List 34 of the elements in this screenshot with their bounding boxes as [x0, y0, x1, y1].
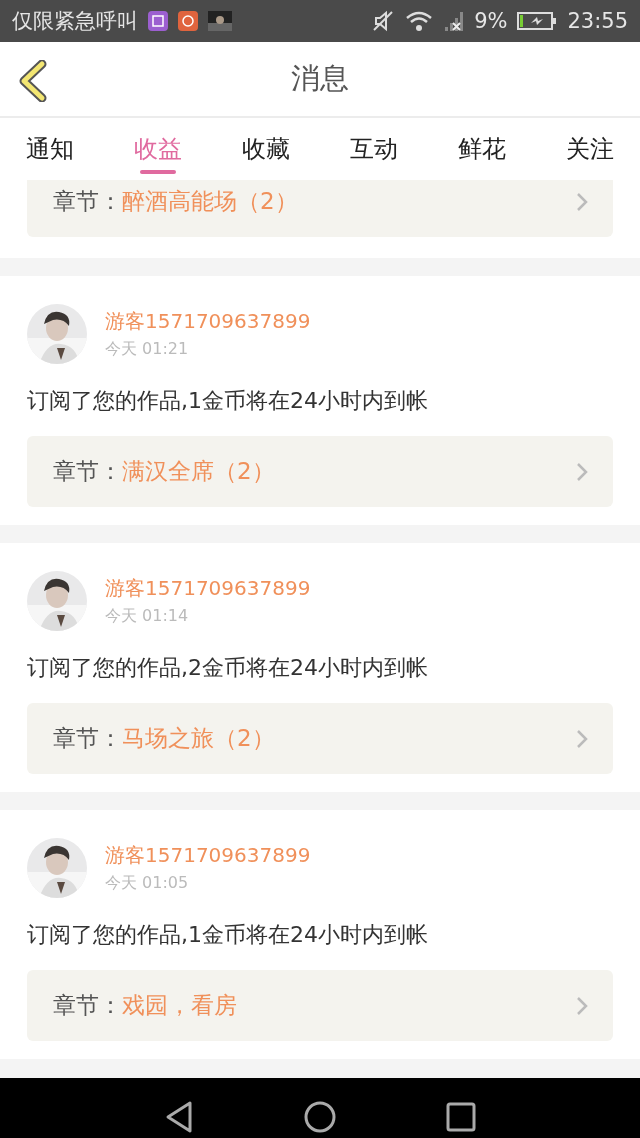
recents-icon[interactable] — [446, 1102, 476, 1132]
signal-icon — [444, 10, 465, 32]
chevron-icon — [575, 190, 589, 213]
timestamp: 今天 01:05 — [105, 873, 190, 894]
message-text: 订阅了您的作品,2金币将在24小时内到帐 — [27, 654, 429, 682]
chevron-icon — [575, 994, 589, 1017]
mute-icon — [372, 10, 395, 32]
gallery-icon — [148, 11, 168, 31]
chapter-link[interactable]: 章节：戏园，看房 — [27, 970, 613, 1041]
chevron-icon — [575, 727, 589, 750]
home-icon[interactable] — [304, 1101, 336, 1133]
tab[interactable]: 通知 — [24, 118, 76, 180]
message-text: 订阅了您的作品,1金币将在24小时内到帐 — [27, 387, 429, 415]
chapter-link[interactable]: 章节：醉酒高能场（2） — [27, 180, 613, 237]
clock: 23:55 — [567, 9, 628, 33]
carrier-text: 仅限紧急呼叫 — [12, 8, 138, 35]
chevron-icon — [575, 460, 589, 483]
timestamp: 今天 01:14 — [105, 606, 190, 627]
battery-icon — [517, 11, 558, 31]
tab[interactable]: 互动 — [348, 118, 400, 180]
timestamp: 今天 01:21 — [105, 339, 190, 360]
back-icon[interactable] — [164, 1100, 194, 1134]
tab[interactable]: 收藏 — [240, 118, 292, 180]
username: 游客1571709637899 — [105, 842, 311, 869]
message-text: 订阅了您的作品,1金币将在24小时内到帐 — [27, 921, 429, 949]
tab[interactable]: 鲜花 — [456, 118, 508, 180]
battery-percent: 9% — [474, 9, 508, 33]
page-title: 消息 — [291, 60, 349, 97]
chapter-link[interactable]: 章节：满汉全席（2） — [27, 436, 613, 507]
tab[interactable]: 关注 — [564, 118, 616, 180]
username: 游客1571709637899 — [105, 308, 311, 335]
username: 游客1571709637899 — [105, 575, 311, 602]
chapter-link[interactable]: 章节：马场之旅（2） — [27, 703, 613, 774]
app-icon — [178, 11, 198, 31]
